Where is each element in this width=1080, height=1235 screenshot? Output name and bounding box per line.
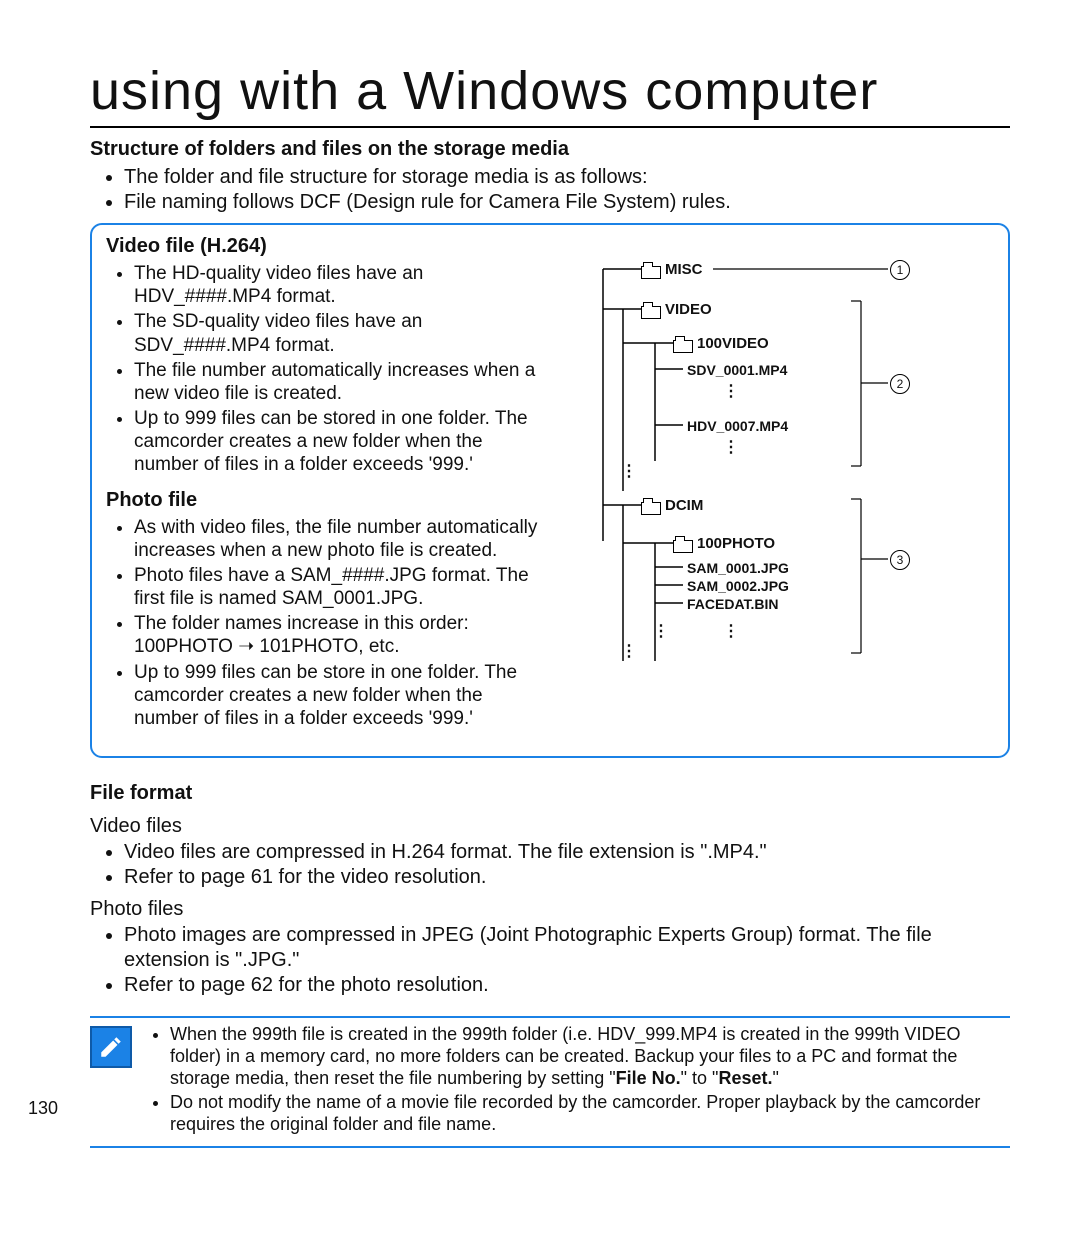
video-bullet-list: The HD-quality video files have an HDV_#… [106, 262, 551, 477]
list-item: Up to 999 files can be store in one fold… [134, 661, 551, 731]
photo-files-subheading: Photo files [90, 898, 1010, 921]
note-text: " to " [681, 1068, 719, 1088]
vertical-dots-icon: ⋮ [723, 389, 741, 395]
list-item: Do not modify the name of a movie file r… [170, 1092, 1010, 1136]
tree-label-misc: MISC [665, 261, 703, 278]
folder-icon [641, 499, 659, 513]
list-item: The folder and file structure for storag… [124, 165, 1010, 190]
file-format-heading: File format [90, 782, 1010, 805]
note-list: When the 999th file is created in the 99… [148, 1024, 1010, 1138]
tree-file-hdv: HDV_0007.MP4 [687, 418, 788, 434]
note-text: When the 999th file is created in the 99… [170, 1024, 960, 1088]
folder-tree-diagram: MISC VIDEO 100VIDEO SDV_0001.MP4 ⋮ HDV_0… [565, 235, 994, 742]
vertical-dots-icon: ⋮ [621, 469, 639, 475]
list-item: Photo files have a SAM_####.JPG format. … [134, 564, 551, 610]
photo-heading: Photo file [106, 489, 551, 512]
list-item: Refer to page 61 for the video resolutio… [124, 865, 1010, 890]
list-item: Video files are compressed in H.264 form… [124, 840, 1010, 865]
tree-file-facedat: FACEDAT.BIN [687, 596, 779, 612]
list-item: As with video files, the file number aut… [134, 516, 551, 562]
list-item: The folder names increase in this order:… [134, 612, 551, 658]
highlight-box: Video file (H.264) The HD-quality video … [90, 223, 1010, 758]
note-icon [90, 1026, 132, 1068]
video-heading: Video file (H.264) [106, 235, 551, 258]
list-item: Refer to page 62 for the photo resolutio… [124, 973, 1010, 998]
tree-file-sam1: SAM_0001.JPG [687, 560, 789, 576]
list-item: The file number automatically increases … [134, 359, 551, 405]
list-item: The HD-quality video files have an HDV_#… [134, 262, 551, 308]
tree-label-100photo: 100PHOTO [697, 535, 775, 552]
section-heading-structure: Structure of folders and files on the st… [90, 138, 1010, 161]
folder-icon [641, 263, 659, 277]
folder-icon [673, 337, 691, 351]
page-number: 130 [28, 1098, 58, 1119]
vertical-dots-icon: ⋮ [621, 649, 639, 655]
folder-icon [641, 303, 659, 317]
structure-bullet-list: The folder and file structure for storag… [90, 165, 1010, 215]
tree-file-sam2: SAM_0002.JPG [687, 578, 789, 594]
folder-icon [673, 537, 691, 551]
callout-circle-1: 1 [890, 260, 910, 280]
tree-file-sdv: SDV_0001.MP4 [687, 362, 787, 378]
tree-label-dcim: DCIM [665, 497, 703, 514]
list-item: The SD-quality video files have an SDV_#… [134, 310, 551, 356]
vertical-dots-icon: ⋮ [723, 629, 741, 635]
photo-files-list: Photo images are compressed in JPEG (Joi… [90, 923, 1010, 998]
tree-label-100video: 100VIDEO [697, 335, 769, 352]
note-text: " [772, 1068, 778, 1088]
note-block: When the 999th file is created in the 99… [90, 1016, 1010, 1148]
vertical-dots-icon: ⋮ [653, 629, 671, 635]
page-title: using with a Windows computer [90, 60, 1010, 128]
tree-label-video: VIDEO [665, 301, 712, 318]
video-files-list: Video files are compressed in H.264 form… [90, 840, 1010, 890]
callout-circle-2: 2 [890, 374, 910, 394]
list-item: When the 999th file is created in the 99… [170, 1024, 1010, 1090]
document-page: using with a Windows computer Structure … [0, 0, 1080, 1235]
list-item: Photo images are compressed in JPEG (Joi… [124, 923, 1010, 973]
note-bold: File No. [616, 1068, 681, 1088]
list-item: Up to 999 files can be stored in one fol… [134, 407, 551, 477]
callout-circle-3: 3 [890, 550, 910, 570]
photo-bullet-list: As with video files, the file number aut… [106, 516, 551, 731]
note-bold: Reset. [718, 1068, 772, 1088]
list-item: File naming follows DCF (Design rule for… [124, 190, 1010, 215]
video-files-subheading: Video files [90, 815, 1010, 838]
vertical-dots-icon: ⋮ [723, 445, 741, 451]
